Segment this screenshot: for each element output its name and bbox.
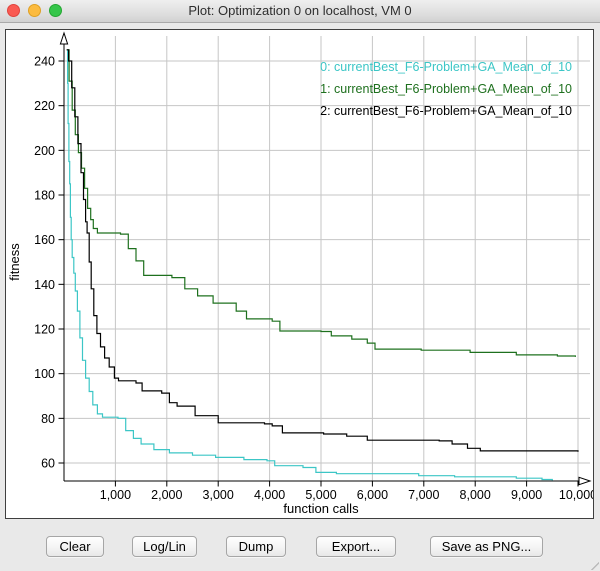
y-tick-label: 140 [34, 278, 55, 292]
window-title: Plot: Optimization 0 on localhost, VM 0 [0, 0, 600, 22]
fitness-chart: 60 80 100 120 140 160 180 200 220 240 1,000 2,000 3,… [6, 30, 593, 518]
x-axis-arrow [579, 477, 590, 484]
x-tick-label: 10,000 [559, 488, 593, 502]
y-axis-label: fitness [7, 243, 22, 281]
dump-button[interactable]: Dump [226, 536, 286, 557]
x-tick-label: 3,000 [203, 488, 234, 502]
y-tick-label: 100 [34, 367, 55, 381]
y-tick-label: 80 [41, 412, 55, 426]
x-tick-label: 9,000 [511, 488, 542, 502]
log-lin-button[interactable]: Log/Lin [132, 536, 197, 557]
y-tick-label: 200 [34, 144, 55, 158]
y-tick-label: 240 [34, 55, 55, 69]
x-tick-label: 2,000 [151, 488, 182, 502]
y-tick-label: 120 [34, 323, 55, 337]
x-tick-label: 5,000 [305, 488, 336, 502]
clear-button[interactable]: Clear [46, 536, 104, 557]
x-tick-label: 4,000 [254, 488, 285, 502]
y-tick-label: 60 [41, 457, 55, 471]
export-button[interactable]: Export... [316, 536, 396, 557]
title-bar[interactable]: Plot: Optimization 0 on localhost, VM 0 [0, 0, 600, 23]
x-tick-label: 1,000 [100, 488, 131, 502]
y-tick-label: 180 [34, 189, 55, 203]
button-bar: Clear Log/Lin Dump Export... Save as PNG… [0, 519, 600, 571]
legend-entry: 0: currentBest_F6-Problem+GA_Mean_of_10 [320, 60, 572, 74]
x-tick-label: 7,000 [408, 488, 439, 502]
y-axis-arrow [60, 33, 67, 44]
x-axis-label: function calls [283, 501, 359, 516]
legend-entry: 2: currentBest_F6-Problem+GA_Mean_of_10 [320, 104, 572, 118]
legend-entry: 1: currentBest_F6-Problem+GA_Mean_of_10 [320, 82, 572, 96]
x-tick-label: 8,000 [460, 488, 491, 502]
x-tick-label: 6,000 [357, 488, 388, 502]
y-tick-label: 220 [34, 99, 55, 113]
y-tick-label: 160 [34, 233, 55, 247]
resize-grip[interactable] [591, 562, 599, 570]
plot-panel: 60 80 100 120 140 160 180 200 220 240 1,000 2,000 3,… [5, 29, 594, 519]
plot-window: Plot: Optimization 0 on localhost, VM 0 … [0, 0, 600, 571]
save-as-png-button[interactable]: Save as PNG... [430, 536, 543, 557]
